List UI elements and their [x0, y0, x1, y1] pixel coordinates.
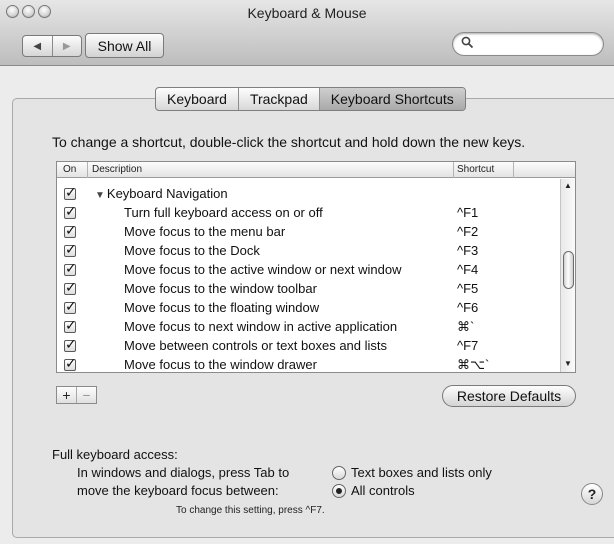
row-checkbox[interactable] — [64, 240, 77, 258]
radio-label-text-boxes-and-lists[interactable]: Text boxes and lists only — [351, 465, 492, 480]
tab-trackpad[interactable]: Trackpad — [239, 88, 320, 110]
row-shortcut[interactable]: ⌘⌥` — [457, 356, 489, 372]
row-checkbox[interactable] — [64, 183, 77, 201]
row-shortcut[interactable]: ^F2 — [457, 223, 478, 241]
row-description: Move focus to the Dock — [124, 243, 260, 258]
table-row[interactable]: Turn full keyboard access on or off ^F1 — [57, 202, 562, 222]
table-header: On Description Shortcut — [57, 162, 575, 178]
row-checkbox[interactable] — [64, 297, 77, 315]
table-row[interactable]: Move focus to the window toolbar ^F5 — [57, 278, 562, 298]
back-arrow-icon[interactable]: ◀ — [23, 36, 52, 56]
full-keyboard-access-prompt-line1: In windows and dialogs, press Tab to — [77, 465, 290, 480]
title-toolbar: Keyboard & Mouse ◀ ▶ Show All — [0, 0, 614, 66]
row-checkbox[interactable] — [64, 278, 77, 296]
row-description: Move between controls or text boxes and … — [124, 338, 388, 353]
table-row[interactable]: Move focus to the active window or next … — [57, 259, 562, 279]
row-description: Move focus to the floating window — [124, 300, 320, 315]
tab-keyboard-shortcuts[interactable]: Keyboard Shortcuts — [319, 88, 465, 110]
disclosure-triangle-icon[interactable]: ▼ — [95, 190, 105, 201]
row-shortcut[interactable]: ^F1 — [457, 204, 478, 222]
instructions-text: To change a shortcut, double-click the s… — [52, 134, 526, 150]
row-shortcut[interactable]: ⌘` — [457, 318, 474, 336]
row-description: Turn full keyboard access on or off — [124, 205, 323, 220]
row-shortcut[interactable]: ^F3 — [457, 242, 478, 260]
row-checkbox[interactable] — [64, 316, 77, 334]
full-keyboard-access-prompt-line2: move the keyboard focus between: — [77, 483, 279, 498]
row-checkbox[interactable] — [64, 221, 77, 239]
table-row[interactable]: Move focus to the window drawer ⌘⌥` — [57, 354, 562, 372]
tab-bar: Keyboard Trackpad Keyboard Shortcuts — [155, 87, 466, 111]
table-row[interactable]: Move between controls or text boxes and … — [57, 335, 562, 355]
vertical-scrollbar[interactable]: ▲ ▼ — [560, 179, 575, 372]
tab-keyboard[interactable]: Keyboard — [156, 88, 239, 110]
row-description: Move focus to the active window or next … — [124, 262, 402, 277]
row-description: Move focus to the window toolbar — [124, 281, 317, 296]
table-row[interactable]: Move focus to the menu bar ^F2 — [57, 221, 562, 241]
help-button[interactable]: ? — [581, 483, 603, 505]
back-forward-control: ◀ ▶ — [22, 35, 82, 57]
row-checkbox[interactable] — [64, 354, 77, 372]
scroll-down-arrow-icon[interactable]: ▼ — [561, 359, 575, 371]
search-field[interactable] — [452, 32, 604, 56]
radio-all-controls[interactable] — [332, 484, 346, 498]
row-shortcut[interactable]: ^F7 — [457, 337, 478, 355]
row-checkbox[interactable] — [64, 335, 77, 353]
table-row[interactable]: Move focus to the Dock ^F3 — [57, 240, 562, 260]
scroll-up-arrow-icon[interactable]: ▲ — [561, 181, 575, 193]
column-header-on[interactable]: On — [63, 162, 76, 178]
table-row[interactable]: Move focus to next window in active appl… — [57, 316, 562, 336]
column-header-blank — [513, 162, 562, 178]
row-description: Move focus to next window in active appl… — [124, 319, 398, 334]
add-remove-control: + − — [56, 386, 97, 404]
window-title: Keyboard & Mouse — [247, 5, 367, 21]
forward-arrow-icon[interactable]: ▶ — [51, 36, 82, 56]
row-shortcut[interactable]: ^F6 — [457, 299, 478, 317]
full-keyboard-access-title: Full keyboard access: — [52, 447, 178, 462]
show-all-button[interactable]: Show All — [85, 33, 164, 58]
table-rows: ▼Keyboard Navigation Turn full keyboard … — [57, 179, 562, 372]
radio-label-all-controls[interactable]: All controls — [351, 483, 415, 498]
search-icon — [461, 36, 474, 52]
radio-text-boxes-and-lists[interactable] — [332, 466, 346, 480]
table-row[interactable]: ▼Keyboard Navigation — [57, 183, 562, 205]
row-checkbox[interactable] — [64, 259, 77, 277]
row-checkbox[interactable] — [64, 202, 77, 220]
column-header-shortcut[interactable]: Shortcut — [453, 162, 513, 178]
restore-defaults-button[interactable]: Restore Defaults — [442, 385, 576, 407]
row-shortcut[interactable]: ^F4 — [457, 261, 478, 279]
preferences-window: Keyboard & Mouse ◀ ▶ Show All Keyboard T… — [0, 0, 614, 544]
column-header-description[interactable]: Description — [87, 162, 455, 178]
shortcuts-table: On Description Shortcut ▼Keyboard Naviga… — [56, 161, 576, 373]
table-row[interactable]: Move focus to the floating window ^F6 — [57, 297, 562, 317]
keyboard-access-note: To change this setting, press ^F7. — [176, 505, 325, 516]
scroll-thumb[interactable] — [563, 251, 574, 289]
row-shortcut[interactable]: ^F5 — [457, 280, 478, 298]
row-description: Move focus to the menu bar — [124, 224, 286, 239]
group-label: ▼ Keyboard Navigation — [95, 185, 228, 205]
row-description: Keyboard Navigation — [106, 186, 228, 201]
add-shortcut-button[interactable]: + — [57, 387, 76, 403]
row-description: Move focus to the window drawer — [124, 357, 317, 372]
remove-shortcut-button[interactable]: − — [76, 387, 96, 403]
